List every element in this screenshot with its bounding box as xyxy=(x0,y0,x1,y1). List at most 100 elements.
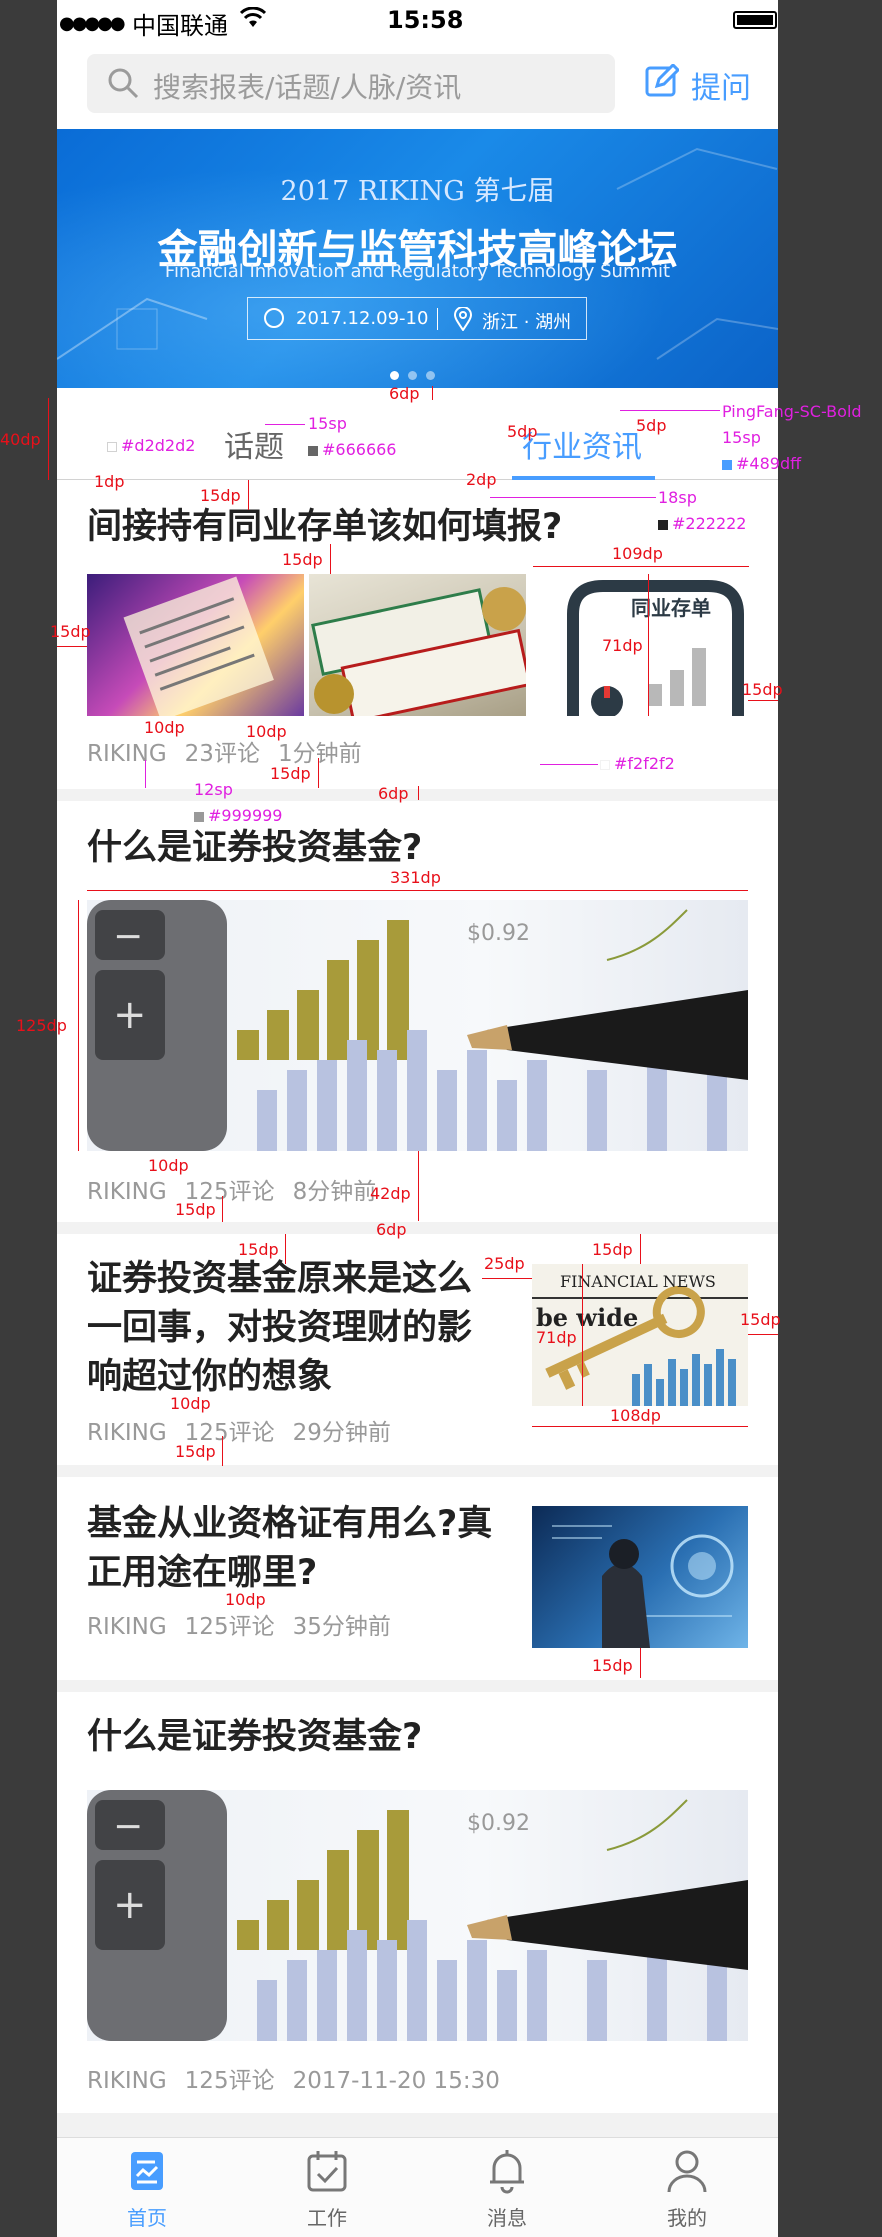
feed-divider xyxy=(57,1465,778,1477)
annotation-label: 15dp xyxy=(175,1200,216,1219)
annotation-label: 15dp xyxy=(742,680,783,699)
measure-line xyxy=(87,890,748,891)
bank-cards-image[interactable] xyxy=(309,574,526,716)
leader-line xyxy=(265,424,305,425)
active-tab-indicator xyxy=(512,476,655,480)
measure-line xyxy=(432,386,433,400)
measure-line xyxy=(640,1648,641,1678)
article-title[interactable]: 基金从业资格证有用么?真正用途在哪里? xyxy=(87,1500,507,1598)
carousel-dots[interactable] xyxy=(390,365,444,384)
deposit-image-caption: 同业存单 xyxy=(631,596,711,620)
comment-count[interactable]: 125评论 xyxy=(185,1614,275,1640)
article-source: RIKING xyxy=(87,1420,167,1446)
annotation-label: 10dp xyxy=(170,1394,211,1413)
edit-icon xyxy=(645,62,681,102)
annotation-label: 12sp xyxy=(194,780,233,799)
feed-divider xyxy=(57,1222,778,1234)
measure-line xyxy=(57,646,87,647)
leader-line xyxy=(490,497,656,498)
annotation-label: 25dp xyxy=(484,1254,525,1273)
tab-profile[interactable]: 我的 xyxy=(597,2138,777,2237)
bottom-tab-bar: 首页 工作 消息 我的 xyxy=(57,2137,778,2237)
annotation-label: 6dp xyxy=(378,784,409,803)
search-icon xyxy=(107,67,139,103)
carousel-dot[interactable] xyxy=(426,371,435,380)
publish-time: 2017-11-20 15:30 xyxy=(292,2068,500,2094)
clock-icon xyxy=(264,308,284,328)
wifi-icon xyxy=(239,6,267,35)
measure-line xyxy=(48,398,49,480)
article-title[interactable]: 什么是证券投资基金? xyxy=(87,1713,747,1762)
annotation-label: #d2d2d2 xyxy=(107,436,195,455)
annotation-label: 15dp xyxy=(282,550,323,569)
carousel-dot-active[interactable] xyxy=(390,371,399,380)
tab-home[interactable]: 首页 xyxy=(57,2138,237,2237)
tab-topic[interactable]: 话题 xyxy=(224,422,284,466)
carrier-label: 中国联通 xyxy=(132,12,228,40)
newspaper-caption: FINANCIAL NEWS xyxy=(560,1272,716,1291)
annotation-label: #f2f2f2 xyxy=(600,754,675,773)
annotation-label: 15dp xyxy=(592,1656,633,1675)
tab-industry-news[interactable]: 行业资讯 xyxy=(522,422,642,466)
annotation-label: 15sp xyxy=(722,428,761,447)
carousel-dot[interactable] xyxy=(408,371,417,380)
annotation-label: #999999 xyxy=(194,806,282,825)
banner-place: 浙江 · 湖州 xyxy=(482,312,572,333)
tab-work-label: 工作 xyxy=(307,2206,347,2230)
publish-time: 8分钟前 xyxy=(292,1179,377,1205)
annotation-label: 5dp xyxy=(507,422,538,441)
tab-home-label: 首页 xyxy=(127,2206,167,2230)
home-doc-icon xyxy=(125,2148,169,2198)
bank-cards-graphic xyxy=(311,587,526,716)
article-source: RIKING xyxy=(87,2068,167,2094)
leader-line xyxy=(620,410,720,411)
measure-line xyxy=(330,544,331,574)
svg-text:$0.92: $0.92 xyxy=(467,921,530,946)
calculator-pen-chart-image[interactable]: $0.92 − + xyxy=(87,1790,748,2041)
article-title[interactable]: 什么是证券投资基金? xyxy=(87,824,747,873)
banner-info-box: 2017.12.09-10 浙江 · 湖州 xyxy=(247,297,587,340)
calculator-pen-chart-graphic: $0.92 − + xyxy=(87,1790,748,2041)
annotation-label: 15dp xyxy=(200,486,241,505)
measure-line xyxy=(582,1264,583,1406)
measure-line xyxy=(748,1334,778,1335)
receipt-image[interactable] xyxy=(87,574,304,716)
publish-time: 35分钟前 xyxy=(292,1614,391,1640)
annotation-label: 71dp xyxy=(536,1328,577,1347)
battery-icon xyxy=(733,11,777,29)
measure-line xyxy=(418,786,419,800)
search-input[interactable]: 搜索报表/话题/人脉/资讯 xyxy=(87,54,615,113)
search-placeholder: 搜索报表/话题/人脉/资讯 xyxy=(153,71,462,104)
calendar-check-icon xyxy=(305,2148,349,2198)
banner-year-line: 2017 RIKING 第七届 xyxy=(280,176,555,207)
comment-count[interactable]: 23评论 xyxy=(185,741,260,767)
banner-date: 2017.12.09-10 xyxy=(296,308,429,329)
tab-work[interactable]: 工作 xyxy=(237,2138,417,2237)
annotation-label: 1dp xyxy=(94,472,125,491)
article-meta: RIKING 125评论 29分钟前 xyxy=(87,1413,409,1447)
measure-line xyxy=(318,758,319,788)
annotation-label: 10dp xyxy=(225,1590,266,1609)
calculator-pen-chart-image[interactable]: $0.92 − + xyxy=(87,900,748,1151)
article-meta: RIKING 125评论 2017-11-20 15:30 xyxy=(87,2061,518,2095)
tab-messages[interactable]: 消息 xyxy=(417,2138,597,2237)
annotation-label: 15dp xyxy=(238,1240,279,1259)
clock-time: 15:58 xyxy=(387,6,464,34)
article-meta: RIKING 125评论 8分钟前 xyxy=(87,1172,394,1206)
comment-count[interactable]: 125评论 xyxy=(185,2068,275,2094)
article-title[interactable]: 证券投资基金原来是这么一回事，对投资理财的影响超过你的想象 xyxy=(87,1255,487,1402)
measure-line xyxy=(748,700,778,701)
annotation-label: 6dp xyxy=(376,1220,407,1239)
measure-line xyxy=(418,1151,419,1221)
banner-carousel[interactable]: 2017 RIKING 第七届 金融创新与监管科技高峰论坛 Financial … xyxy=(57,129,778,388)
measure-line xyxy=(533,566,749,567)
measure-line xyxy=(648,574,649,716)
banner-subtitle: Financial Innovation and Regulatory Tech… xyxy=(164,261,671,282)
bell-icon xyxy=(485,2148,529,2198)
svg-text:+: + xyxy=(113,1882,147,1928)
person-icon xyxy=(665,2148,709,2198)
businessman-screen-image[interactable] xyxy=(532,1506,748,1648)
annotation-label: #666666 xyxy=(308,440,396,459)
annotation-label: #489dff xyxy=(722,454,801,473)
annotation-label: 5dp xyxy=(636,416,667,435)
